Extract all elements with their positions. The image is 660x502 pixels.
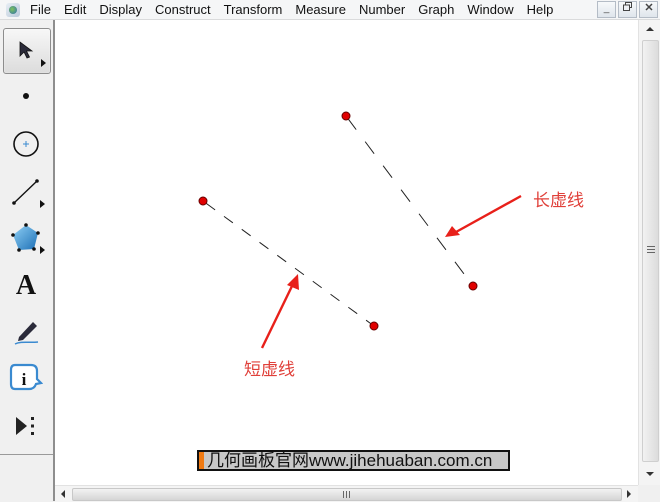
grip-icon [647,246,655,254]
short-dash-label: 短虚线 [244,360,295,379]
short-dashed-segment[interactable] [202,200,375,327]
sketch-drawing [198,111,522,349]
grip-icon [343,491,351,498]
point-c[interactable] [198,196,208,206]
vertical-scrollbar[interactable] [638,20,660,485]
resize-grip[interactable] [638,485,660,501]
horizontal-scroll-thumb[interactable] [72,488,622,501]
long-dash-label: 长虚线 [533,191,584,210]
horizontal-scrollbar[interactable] [55,485,638,502]
point-b[interactable] [468,281,478,291]
point-a[interactable] [341,111,351,121]
point-d[interactable] [369,321,379,331]
scroll-up-arrow-icon[interactable] [646,27,654,31]
watermark-banner: 几何画板官网www.jihehuaban.com.cn [197,450,510,471]
watermark-text: 几何画板官网www.jihehuaban.com.cn [207,451,493,470]
scroll-right-arrow-icon[interactable] [627,490,631,498]
short-dash-arrowhead [287,274,299,290]
vertical-scroll-thumb[interactable] [642,40,659,462]
long-dashed-segment[interactable] [345,115,474,287]
short-dash-annotation-arrow [260,283,295,349]
scroll-left-arrow-icon[interactable] [61,490,65,498]
watermark-accent-bar [199,452,204,469]
scroll-down-arrow-icon[interactable] [646,472,654,476]
long-dash-annotation-arrow [455,194,522,234]
